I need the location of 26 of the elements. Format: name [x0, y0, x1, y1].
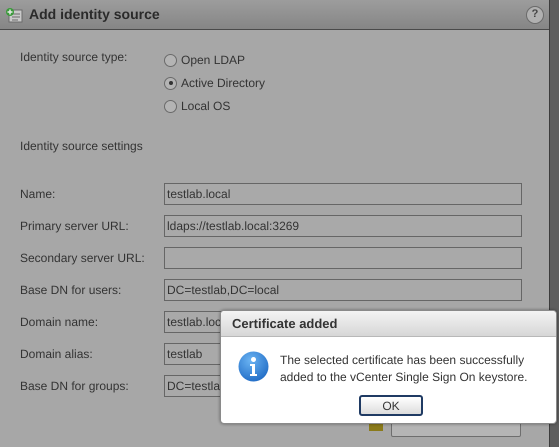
info-icon: [238, 351, 269, 382]
ok-button[interactable]: OK: [359, 395, 423, 416]
alert-message: The selected certificate has been successfully added to the vCenter Single Sign On keystore.: [280, 352, 528, 386]
radio-label: Active Directory: [181, 75, 266, 92]
field-label: Base DN for users:: [20, 282, 122, 299]
field-label: Domain alias:: [20, 346, 94, 363]
input-field[interactable]: DC=testlab,DC=local: [164, 279, 522, 301]
radio-button[interactable]: [164, 100, 177, 112]
alert-title: Certificate added: [232, 314, 338, 333]
field-label: Base DN for groups:: [20, 378, 130, 395]
field-label: Name:: [20, 186, 56, 203]
input-field[interactable]: testlab.local: [164, 183, 522, 205]
field-label: Secondary server URL:: [20, 250, 146, 267]
input-field[interactable]: [164, 247, 522, 269]
field-label: Domain name:: [20, 314, 100, 331]
section-heading: Identity source settings: [20, 138, 144, 155]
field-label: Primary server URL:: [20, 218, 130, 235]
radio-button[interactable]: [164, 76, 177, 90]
window-title: Add identity source: [29, 5, 160, 24]
radio-label: Local OS: [181, 98, 230, 115]
radio-button[interactable]: [164, 54, 177, 66]
radio-label: Open LDAP: [181, 52, 246, 69]
field-label: Identity source type:: [20, 49, 128, 66]
input-field[interactable]: ldaps://testlab.local:3269: [164, 215, 522, 237]
help-button[interactable]: ?: [526, 6, 544, 24]
add-document-icon: [5, 6, 23, 22]
